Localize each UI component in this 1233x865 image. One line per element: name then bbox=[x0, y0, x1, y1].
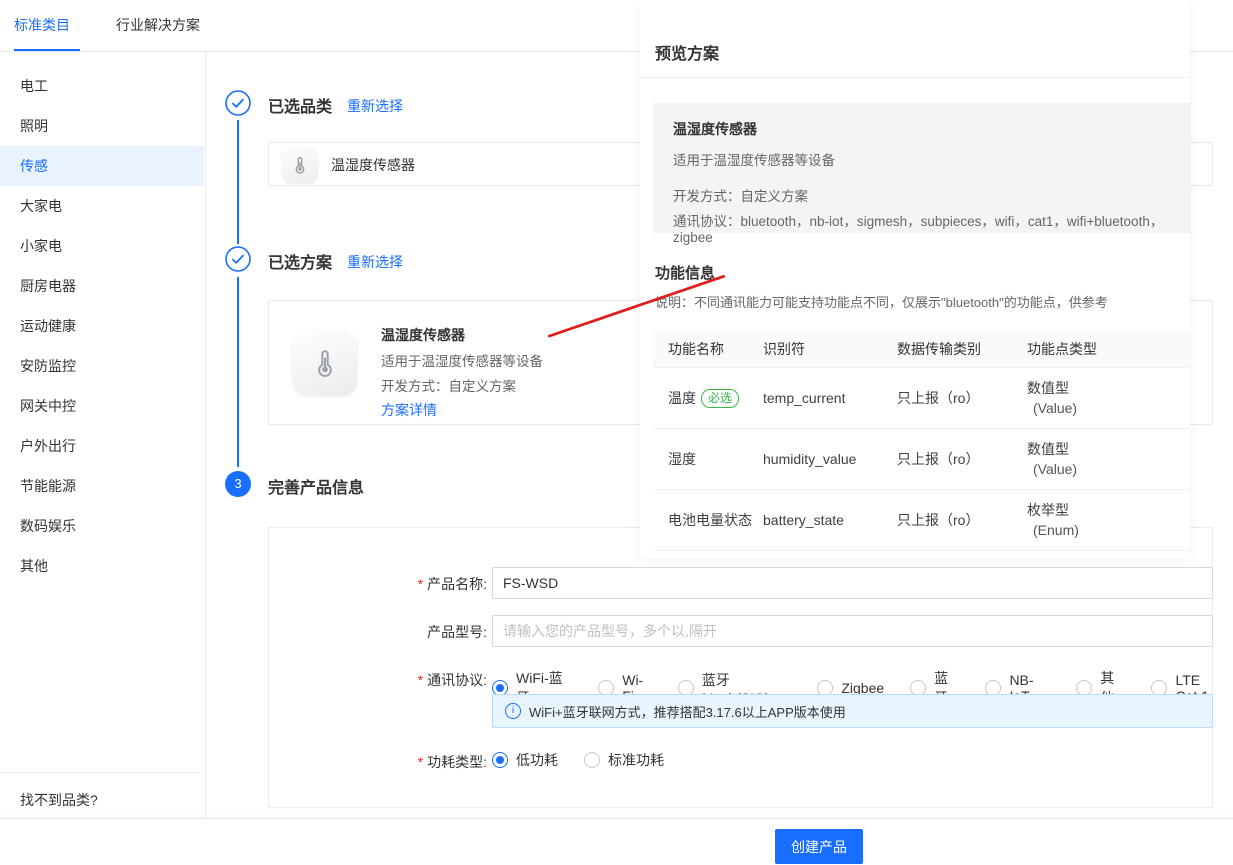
step2-check-icon bbox=[225, 246, 251, 272]
protocol-hint-text: WiFi+蓝牙联网方式，推荐搭配3.17.6以上APP版本使用 bbox=[529, 702, 846, 721]
dp-type: 数值型(Value) bbox=[1027, 439, 1190, 479]
function-table: 功能名称 识别符 数据传输类别 功能点类型 温度必选 temp_current … bbox=[653, 330, 1190, 551]
sidebar-item-anfangjiankong[interactable]: 安防监控 bbox=[0, 346, 204, 386]
summary-dev-mode: 开发方式：自定义方案 bbox=[673, 185, 1170, 205]
category-sidebar: 电工 照明 传感 大家电 小家电 厨房电器 运动健康 安防监控 网关中控 户外出… bbox=[0, 52, 206, 818]
sidebar-item-wangguanzhongkong[interactable]: 网关中控 bbox=[0, 386, 204, 426]
preview-solution-panel: 预览方案 温湿度传感器 适用于温湿度传感器等设备 开发方式：自定义方案 通讯协议… bbox=[640, 0, 1190, 558]
create-product-button[interactable]: 创建产品 bbox=[775, 829, 863, 864]
summary-name: 温湿度传感器 bbox=[673, 119, 1170, 139]
sidebar-item-diangong[interactable]: 电工 bbox=[0, 66, 204, 106]
step1-reselect-link[interactable]: 重新选择 bbox=[347, 96, 403, 116]
divider bbox=[640, 77, 1190, 78]
active-tab-underline bbox=[14, 49, 80, 51]
step1-check-icon bbox=[225, 90, 251, 116]
radio-low-power[interactable]: 低功耗 bbox=[492, 750, 558, 770]
col-header-type: 功能点类型 bbox=[1027, 339, 1190, 359]
sidebar-item-chuangan[interactable]: 传感 bbox=[0, 146, 204, 186]
required-badge: 必选 bbox=[701, 389, 739, 408]
sidebar-item-chufangdianqi[interactable]: 厨房电器 bbox=[0, 266, 204, 306]
dp-name: 电池电量状态 bbox=[668, 510, 752, 530]
power-type-radio-group: 低功耗 标准功耗 bbox=[492, 750, 664, 770]
sidebar-item-huwaichuxing[interactable]: 户外出行 bbox=[0, 426, 204, 466]
step2-reselect-link[interactable]: 重新选择 bbox=[347, 252, 403, 272]
step3-number-icon: 3 bbox=[225, 471, 251, 497]
page-footer: 创建产品 bbox=[0, 818, 1233, 865]
radio-standard-power[interactable]: 标准功耗 bbox=[584, 750, 664, 770]
table-row: 湿度 humidity_value 只上报（ro） 数值型(Value) bbox=[653, 429, 1190, 490]
dp-identifier: humidity_value bbox=[763, 451, 897, 467]
radio-icon bbox=[584, 752, 600, 768]
dp-identifier: battery_state bbox=[763, 512, 897, 528]
sidebar-item-qita[interactable]: 其他 bbox=[0, 546, 204, 586]
sidebar-item-xiaojiadian[interactable]: 小家电 bbox=[0, 226, 204, 266]
function-table-header: 功能名称 识别符 数据传输类别 功能点类型 bbox=[653, 330, 1190, 368]
product-name-input[interactable] bbox=[492, 567, 1213, 599]
selected-category-name: 温湿度传感器 bbox=[331, 143, 415, 187]
required-asterisk: * bbox=[418, 672, 423, 688]
solution-dev-mode: 开发方式：自定义方案 bbox=[381, 375, 516, 395]
table-row: 电池电量状态 battery_state 只上报（ro） 枚举型(Enum) bbox=[653, 490, 1190, 551]
product-model-input[interactable] bbox=[492, 615, 1213, 647]
dp-name: 温度 bbox=[668, 388, 696, 408]
sidebar-item-shumayule[interactable]: 数码娱乐 bbox=[0, 506, 204, 546]
info-icon: i bbox=[505, 703, 521, 719]
dp-name: 湿度 bbox=[668, 449, 696, 469]
required-asterisk: * bbox=[418, 754, 423, 770]
category-list: 电工 照明 传感 大家电 小家电 厨房电器 运动健康 安防监控 网关中控 户外出… bbox=[0, 66, 204, 586]
solution-summary-box: 温湿度传感器 适用于温湿度传感器等设备 开发方式：自定义方案 通讯协议：blue… bbox=[653, 103, 1190, 233]
summary-desc: 适用于温湿度传感器等设备 bbox=[673, 149, 1170, 169]
protocol-label: *通讯协议: bbox=[357, 670, 487, 690]
dp-transfer: 只上报（ro） bbox=[897, 449, 1027, 469]
function-info-note: 说明：不同通讯能力可能支持功能点不同，仅展示"bluetooth"的功能点，供参… bbox=[655, 292, 1108, 311]
radio-icon bbox=[492, 752, 508, 768]
sidebar-item-zhaoming[interactable]: 照明 bbox=[0, 106, 204, 146]
product-name-label: *产品名称: bbox=[357, 574, 487, 594]
step3-title: 完善产品信息 bbox=[268, 474, 364, 498]
page: 标准类目 行业解决方案 电工 照明 传感 大家电 小家电 厨房电器 运动健康 安… bbox=[0, 0, 1233, 865]
tab-standard-category[interactable]: 标准类目 bbox=[14, 15, 70, 35]
dp-transfer: 只上报（ro） bbox=[897, 388, 1027, 408]
summary-protocols: 通讯协议：bluetooth，nb-iot，sigmesh，subpieces，… bbox=[673, 210, 1170, 245]
tab-industry-solution[interactable]: 行业解决方案 bbox=[116, 15, 200, 35]
cannot-find-category-link[interactable]: 找不到品类? bbox=[0, 772, 204, 810]
solution-detail-link[interactable]: 方案详情 bbox=[381, 400, 437, 420]
step-connector-1 bbox=[237, 120, 239, 244]
dp-type: 数值型(Value) bbox=[1027, 378, 1190, 418]
solution-desc: 适用于温湿度传感器等设备 bbox=[381, 350, 543, 370]
step-connector-2 bbox=[237, 277, 239, 467]
power-type-label: *功耗类型: bbox=[357, 752, 487, 772]
sidebar-item-yundongjiankang[interactable]: 运动健康 bbox=[0, 306, 204, 346]
required-asterisk: * bbox=[418, 576, 423, 592]
col-header-name: 功能名称 bbox=[668, 339, 763, 359]
sidebar-item-dajiadian[interactable]: 大家电 bbox=[0, 186, 204, 226]
sidebar-item-jiennengnengyuan[interactable]: 节能能源 bbox=[0, 466, 204, 506]
preview-panel-title: 预览方案 bbox=[655, 40, 719, 64]
thermometer-icon bbox=[282, 147, 318, 183]
product-model-label: 产品型号: bbox=[357, 622, 487, 642]
solution-name: 温湿度传感器 bbox=[381, 325, 465, 345]
col-header-transfer: 数据传输类别 bbox=[897, 339, 1027, 359]
table-row: 温度必选 temp_current 只上报（ro） 数值型(Value) bbox=[653, 368, 1190, 429]
thermometer-icon bbox=[293, 331, 357, 395]
protocol-hint-alert: i WiFi+蓝牙联网方式，推荐搭配3.17.6以上APP版本使用 bbox=[492, 694, 1213, 728]
dp-transfer: 只上报（ro） bbox=[897, 510, 1027, 530]
dp-type: 枚举型(Enum) bbox=[1027, 500, 1190, 540]
step2-title: 已选方案 bbox=[268, 249, 332, 273]
step1-title: 已选品类 bbox=[268, 93, 332, 117]
col-header-identifier: 识别符 bbox=[763, 339, 897, 359]
dp-identifier: temp_current bbox=[763, 390, 897, 406]
